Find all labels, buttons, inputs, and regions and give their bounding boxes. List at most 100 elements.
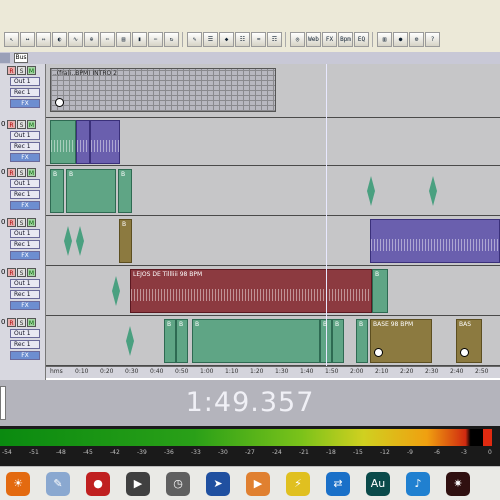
mute-button[interactable]: M [27, 168, 36, 177]
itunes-icon[interactable]: ♪ [406, 471, 430, 496]
record-input-select[interactable]: Rec 1 [10, 340, 40, 349]
clip-b[interactable]: B [66, 169, 116, 213]
view-multitrack-icon[interactable]: ☶ [267, 31, 282, 47]
eq-icon[interactable]: EQ [354, 31, 369, 47]
time-select-icon[interactable]: ↔ [20, 31, 35, 47]
track-lane-4[interactable]: B [46, 216, 500, 266]
clip-b[interactable]: B [356, 319, 368, 363]
group-tool-icon[interactable]: ▤ [116, 31, 131, 47]
teamviewer-icon[interactable]: ⇄ [326, 471, 350, 496]
record-input-select[interactable]: Rec 1 [10, 88, 40, 97]
record-arm-button[interactable]: R [7, 66, 16, 75]
fx-button[interactable]: FX [10, 99, 40, 108]
record-arm-button[interactable]: R [7, 120, 16, 129]
view-files-icon[interactable]: ☰ [203, 31, 218, 47]
marker-tool-icon[interactable]: ▮ [132, 31, 147, 47]
firefox-icon[interactable]: ☀ [6, 471, 30, 496]
clip-purple[interactable] [370, 219, 500, 263]
mute-button[interactable]: M [27, 66, 36, 75]
record-arm-button[interactable]: R [7, 318, 16, 327]
record-arm-button[interactable]: R [7, 268, 16, 277]
bpm-icon[interactable]: Bpm [338, 31, 353, 47]
output-select[interactable]: Out 1 [10, 131, 40, 140]
arrow-app-icon[interactable]: ➤ [206, 471, 230, 496]
clip-b[interactable]: B [119, 219, 132, 263]
fx-button[interactable]: FX [10, 301, 40, 310]
clip-b[interactable]: B [332, 319, 344, 363]
solo-button[interactable]: S [17, 66, 26, 75]
mute-button[interactable]: M [27, 268, 36, 277]
winamp-icon[interactable]: ⚡ [286, 471, 310, 496]
select-tool-icon[interactable]: ↖ [4, 31, 19, 47]
fx-button[interactable]: FX [10, 201, 40, 210]
zoom-tool-icon[interactable]: ⊕ [84, 31, 99, 47]
fx-button[interactable]: FX [10, 351, 40, 360]
envelope-tool-icon[interactable]: ∿ [68, 31, 83, 47]
edit-tool-icon[interactable]: ✎ [187, 31, 202, 47]
scrub-tool-icon[interactable]: ◐ [52, 31, 67, 47]
solo-button[interactable]: S [17, 268, 26, 277]
clip-green[interactable] [50, 120, 76, 164]
mute-button[interactable]: M [27, 318, 36, 327]
record-arm-button[interactable]: R [7, 218, 16, 227]
snap-tool-icon[interactable]: ⋯ [148, 31, 163, 47]
clip-purple[interactable] [90, 120, 120, 164]
fx-button[interactable]: FX [10, 153, 40, 162]
solo-button[interactable]: S [17, 218, 26, 227]
solo-button[interactable]: S [17, 318, 26, 327]
output-select[interactable]: Out 1 [10, 77, 40, 86]
clip-b[interactable]: B [118, 169, 132, 213]
record-input-select[interactable]: Rec 1 [10, 142, 40, 151]
clip-b[interactable]: B [372, 269, 388, 313]
track-lane-6[interactable]: B B B B B B BASE 98 BPM BAS [46, 316, 500, 366]
output-select[interactable]: Out 1 [10, 279, 40, 288]
media-player-icon[interactable]: ▶ [126, 471, 150, 496]
view-effects-icon[interactable]: ◆ [219, 31, 234, 47]
output-select[interactable]: Out 1 [10, 329, 40, 338]
clock-icon[interactable]: ◷ [166, 471, 190, 496]
clip-intro[interactable]: ..(fra(i..BPM) INTRO 2 [50, 68, 276, 112]
split-tool-icon[interactable]: ✂ [100, 31, 115, 47]
record-icon[interactable]: ● [393, 31, 408, 47]
record-input-select[interactable]: Rec 1 [10, 240, 40, 249]
meter-icon[interactable]: ▥ [377, 31, 392, 47]
fx-button[interactable]: FX [10, 251, 40, 260]
view-cd-icon[interactable]: ◎ [290, 31, 305, 47]
clip-b[interactable]: B [50, 169, 64, 213]
red-app-icon[interactable]: ● [86, 471, 110, 496]
record-input-select[interactable]: Rec 1 [10, 190, 40, 199]
web-icon[interactable]: Web [306, 31, 321, 47]
bus-label[interactable]: Bus [14, 53, 28, 63]
fx-icon[interactable]: FX [322, 31, 337, 47]
hybrid-tool-icon[interactable]: ⇔ [36, 31, 51, 47]
mute-button[interactable]: M [27, 218, 36, 227]
track-lane-1[interactable]: ..(fra(i..BPM) INTRO 2 [46, 64, 500, 118]
solo-button[interactable]: S [17, 168, 26, 177]
audition-icon[interactable]: Au [366, 471, 390, 496]
solo-button[interactable]: S [17, 120, 26, 129]
view-wave-icon[interactable]: ≈ [251, 31, 266, 47]
record-arm-button[interactable]: R [7, 168, 16, 177]
clip-base[interactable]: BAS [456, 319, 482, 363]
time-ruler[interactable]: hms 0:10 0:20 0:30 0:40 0:50 1:00 1:10 1:20 1:30 1… [46, 366, 500, 378]
clip-purple[interactable] [76, 120, 90, 164]
video-icon[interactable]: ▶ [246, 471, 270, 496]
view-mixer-icon[interactable]: ☷ [235, 31, 250, 47]
output-select[interactable]: Out 1 [10, 229, 40, 238]
clip-base[interactable]: BASE 98 BPM [370, 319, 432, 363]
track-lane-3[interactable]: B B B [46, 166, 500, 216]
clip-b[interactable]: B [192, 319, 320, 363]
mute-button[interactable]: M [27, 120, 36, 129]
clip-lejos[interactable]: LEJOS DE Tillliii 98 BPM [130, 269, 372, 313]
clip-b[interactable]: B [164, 319, 176, 363]
clip-b[interactable]: B [176, 319, 188, 363]
loop-tool-icon[interactable]: ↻ [164, 31, 179, 47]
flame-icon[interactable]: ✷ [446, 471, 470, 496]
playhead-cursor[interactable] [326, 64, 327, 378]
track-lane-5[interactable]: LEJOS DE Tillliii 98 BPM B [46, 266, 500, 316]
help-icon[interactable]: ? [425, 31, 440, 47]
track-lane-2[interactable] [46, 118, 500, 166]
output-select[interactable]: Out 1 [10, 179, 40, 188]
notepad-icon[interactable]: ✎ [46, 471, 70, 496]
arrangement-area[interactable]: ..(fra(i..BPM) INTRO 2 B B B B LEJOS DE … [46, 64, 500, 366]
